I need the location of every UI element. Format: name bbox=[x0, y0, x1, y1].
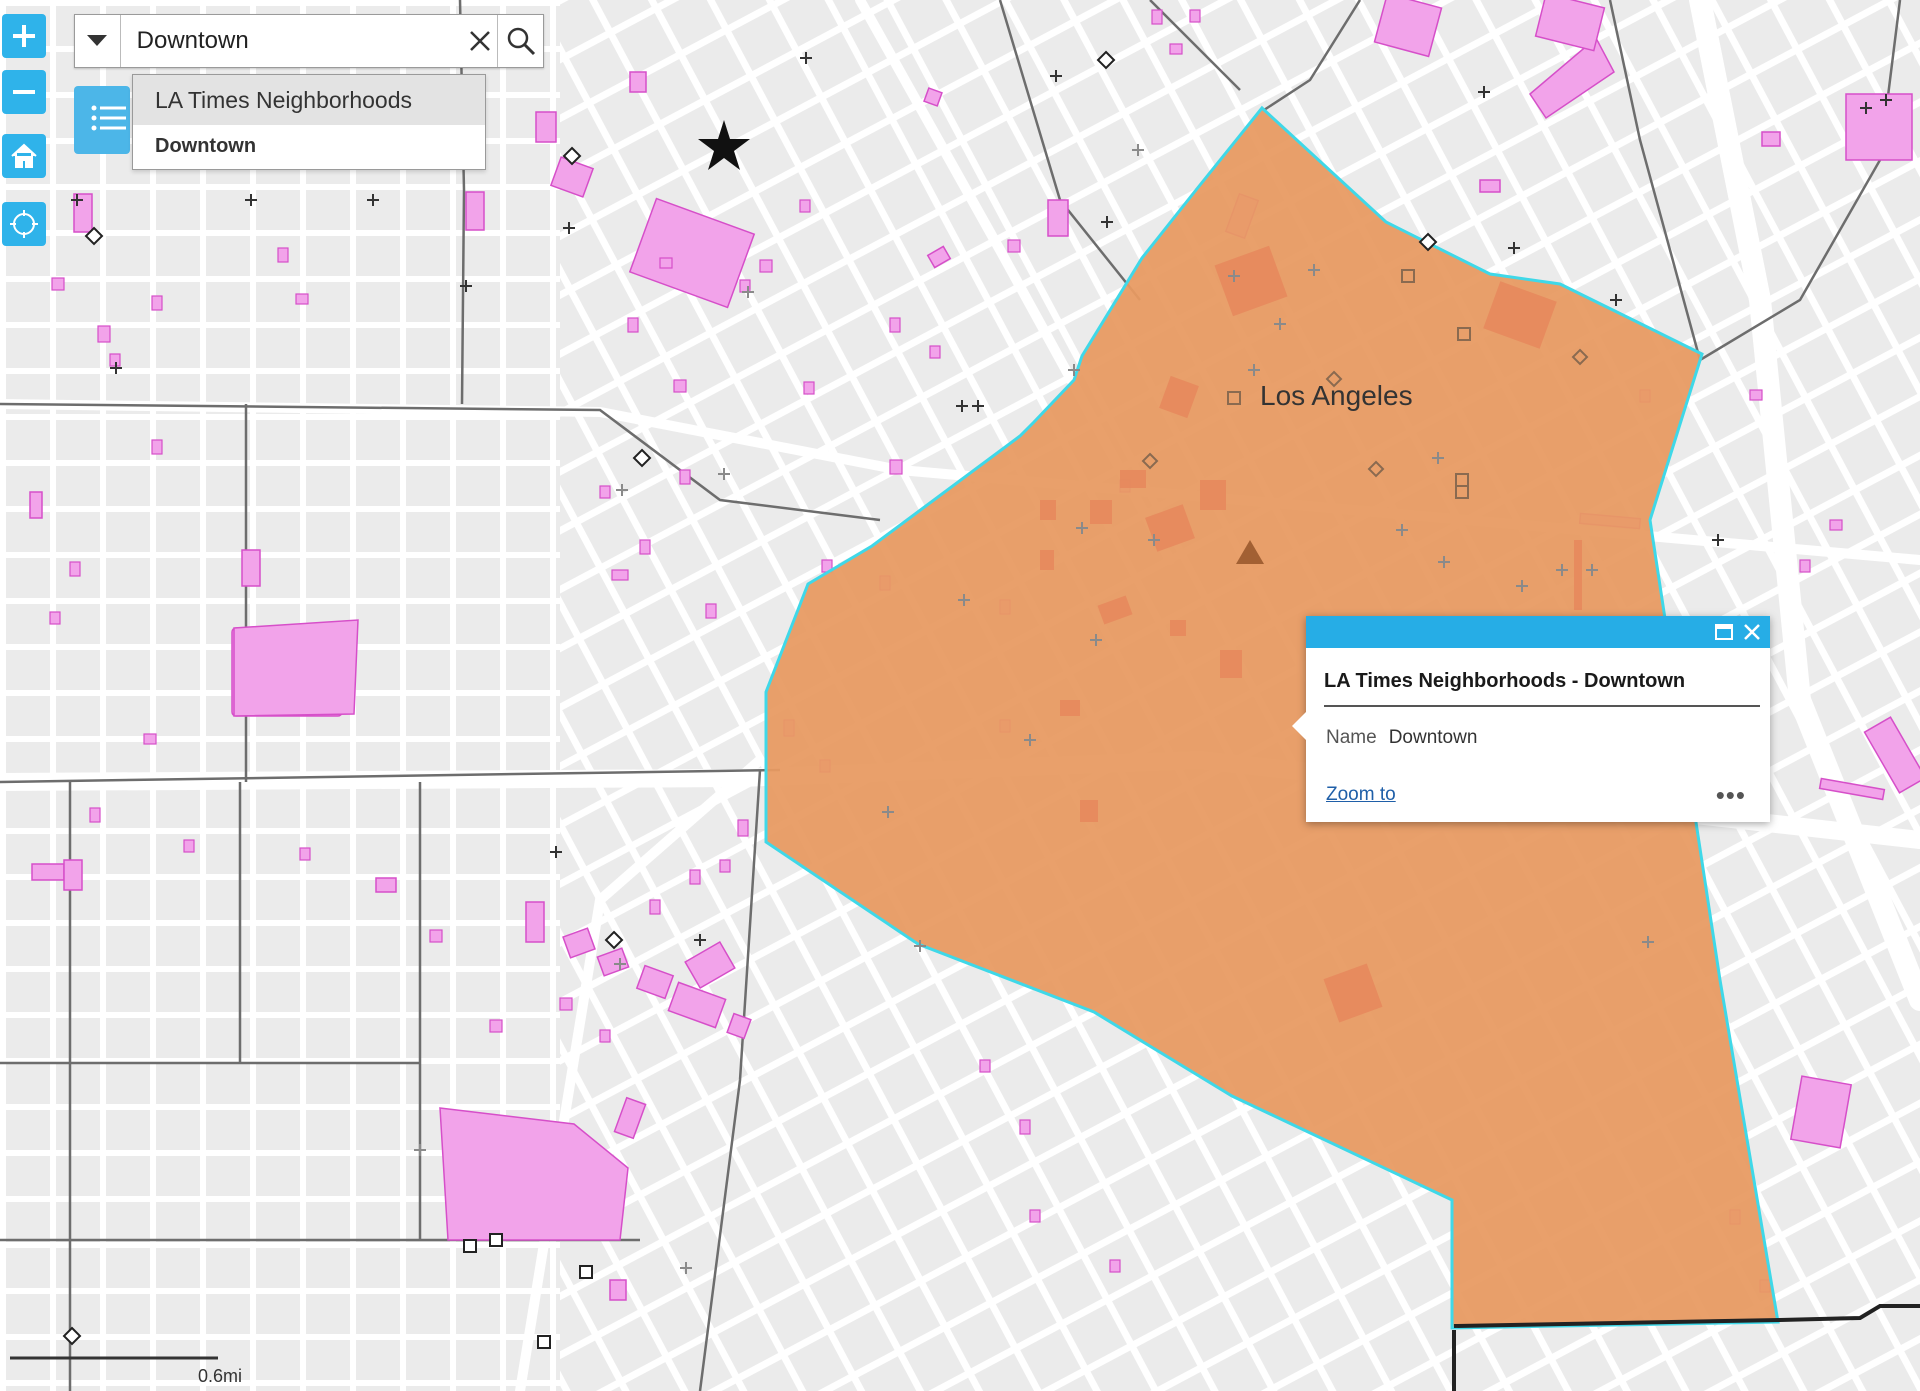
zoom-out-button[interactable] bbox=[2, 70, 46, 114]
caret-down-icon bbox=[87, 35, 108, 46]
attribute-value: Downtown bbox=[1388, 727, 1478, 748]
locate-button[interactable] bbox=[2, 202, 46, 246]
layer-list-icon bbox=[91, 105, 126, 131]
layer-list-button[interactable] bbox=[74, 86, 130, 154]
suggestion-source-header: LA Times Neighborhoods bbox=[133, 75, 485, 125]
attribute-key: Name bbox=[1326, 727, 1377, 748]
close-icon bbox=[470, 31, 490, 51]
popup-header-bar bbox=[1306, 616, 1770, 648]
city-label: Los Angeles bbox=[1260, 380, 1413, 411]
plus-icon bbox=[13, 25, 35, 47]
home-button[interactable] bbox=[2, 134, 46, 178]
scale-bar: 0.6mi bbox=[8, 1354, 268, 1386]
zoom-in-button[interactable] bbox=[2, 14, 46, 58]
minus-icon bbox=[13, 90, 35, 94]
search-input[interactable] bbox=[120, 15, 463, 67]
popup-footer: Zoom to ••• bbox=[1326, 782, 1746, 808]
search-suggestions: LA Times Neighborhoods Downtown bbox=[132, 74, 486, 170]
home-icon bbox=[11, 143, 37, 168]
popup-attribute-row: Name Downtown bbox=[1326, 727, 1770, 749]
zoom-to-link[interactable]: Zoom to bbox=[1326, 784, 1396, 806]
popup-pointer bbox=[1292, 712, 1306, 740]
clear-search-button[interactable] bbox=[463, 15, 498, 67]
search-button[interactable] bbox=[497, 15, 543, 67]
more-actions-button[interactable]: ••• bbox=[1716, 782, 1746, 808]
search-icon bbox=[507, 27, 535, 56]
maximize-icon[interactable] bbox=[1714, 622, 1734, 642]
suggestion-item[interactable]: Downtown bbox=[133, 125, 485, 167]
feature-popup: LA Times Neighborhoods - Downtown Name Do… bbox=[1292, 616, 1770, 822]
popup-title: LA Times Neighborhoods - Downtown bbox=[1324, 670, 1760, 707]
scale-label: 0.6mi bbox=[198, 1366, 243, 1386]
search-source-dropdown[interactable] bbox=[75, 15, 121, 67]
search-widget bbox=[74, 14, 544, 68]
close-icon[interactable] bbox=[1742, 622, 1762, 642]
locate-icon bbox=[10, 210, 38, 238]
